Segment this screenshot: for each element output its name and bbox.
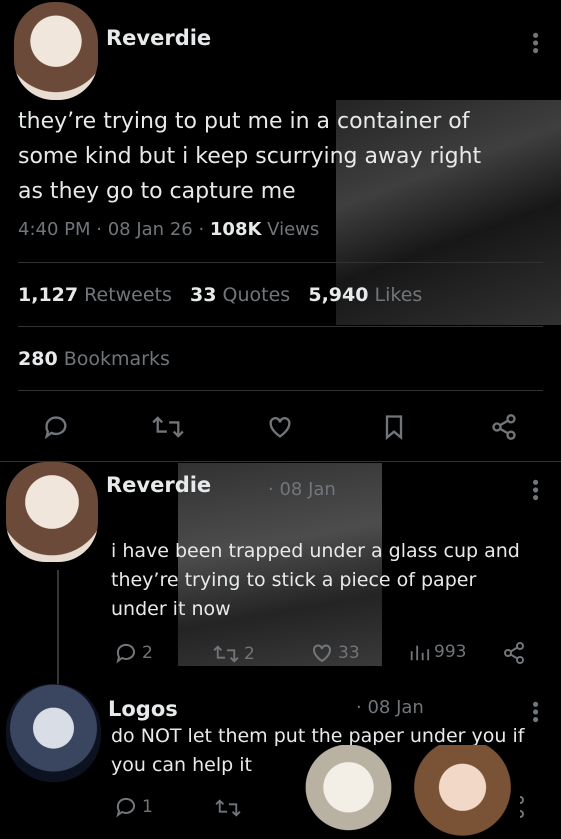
more-options-icon[interactable]: ••• [524, 30, 545, 53]
reply-button[interactable]: 2 [114, 641, 153, 665]
reply-text-line: they’re trying to stick a piece of paper [111, 569, 477, 591]
retweet-count: 2 [244, 644, 255, 664]
reply-icon [116, 643, 135, 664]
retweet-button[interactable]: 2 [212, 643, 255, 665]
thread-line [57, 570, 59, 690]
likes-stat[interactable]: 5,940 Likes [308, 284, 422, 306]
more-options-icon[interactable]: ••• [524, 477, 545, 500]
tweet-text-line: as they go to capture me [18, 179, 296, 204]
like-icon [313, 644, 331, 663]
reply-author[interactable]: Logos [108, 697, 178, 721]
author-name[interactable]: Reverdie [106, 26, 211, 50]
sticker-image [405, 745, 520, 839]
views-count: 993 [434, 642, 467, 662]
reply-author[interactable]: Reverdie [106, 473, 211, 497]
retweets-stat[interactable]: 1,127 Retweets [18, 284, 172, 306]
reply-count: 2 [142, 643, 153, 663]
like-count: 33 [338, 643, 360, 663]
tweet-date[interactable]: 08 Jan 26 [108, 219, 193, 240]
reply-text-line: under it now [111, 598, 231, 620]
views-button[interactable]: 993 [408, 641, 466, 663]
reply-date[interactable]: · 08 Jan [268, 479, 336, 500]
views-count: 108K [209, 219, 262, 240]
avatar[interactable] [6, 462, 98, 562]
reply-icon[interactable] [42, 413, 70, 441]
divider [0, 461, 561, 462]
sticker-image [300, 745, 397, 839]
tweet-text-line: some kind but i keep scurrying away righ… [18, 144, 482, 169]
quotes-stat[interactable]: 33 Quotes [190, 284, 290, 306]
engagement-stats: 1,127 Retweets 33 Quotes 5,940 Likes [18, 284, 422, 306]
reply-date[interactable]: · 08 Jan [356, 697, 424, 718]
reply-text-line: i have been trapped under a glass cup an… [111, 540, 520, 562]
retweet-icon[interactable] [152, 413, 184, 441]
more-options-icon[interactable]: ••• [524, 699, 545, 722]
like-icon[interactable] [266, 413, 294, 441]
tweet-time[interactable]: 4:40 PM [18, 219, 91, 240]
tweet-text: they’re trying to put me in a container … [18, 104, 538, 209]
reply-text: i have been trapped under a glass cup an… [111, 537, 551, 624]
retweet-icon [213, 645, 239, 663]
bookmarks-stat[interactable]: 280 Bookmarks [18, 348, 170, 370]
reply-count: 1 [142, 797, 153, 817]
divider [18, 390, 543, 391]
reply-button[interactable]: 1 [114, 795, 153, 819]
retweet-icon[interactable] [214, 797, 242, 819]
avatar[interactable] [14, 2, 98, 100]
share-icon[interactable] [490, 413, 518, 441]
tweet-text-line: they’re trying to put me in a container … [18, 109, 470, 134]
reply-icon [116, 797, 135, 818]
like-button[interactable]: 33 [310, 641, 360, 665]
views-icon [410, 645, 430, 661]
tweet-meta: 4:40 PM · 08 Jan 26 · 108K Views [18, 219, 320, 240]
divider [18, 262, 543, 263]
share-icon[interactable] [502, 641, 526, 665]
bookmark-icon[interactable] [380, 413, 408, 441]
avatar[interactable] [6, 684, 101, 782]
views-label: Views [267, 219, 320, 240]
divider [18, 326, 543, 327]
